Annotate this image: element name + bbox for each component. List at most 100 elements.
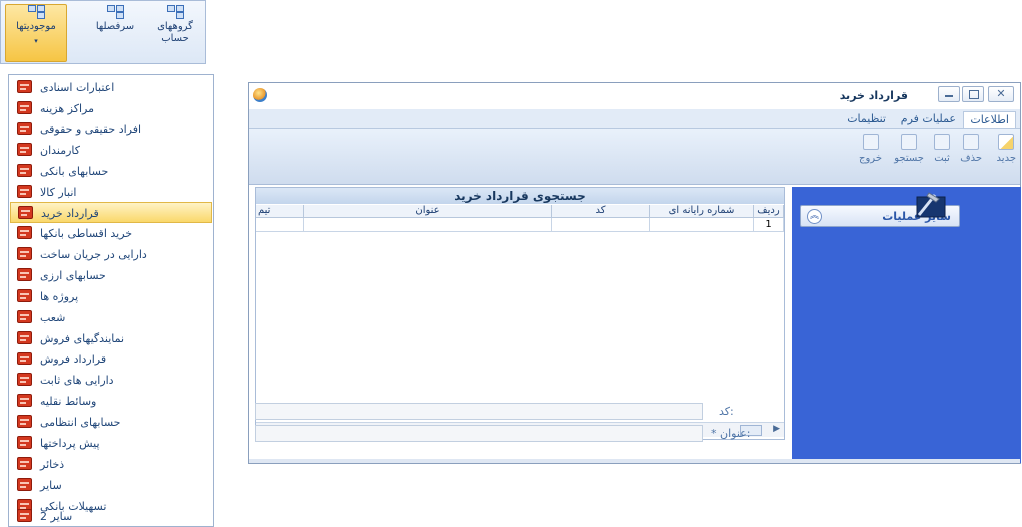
menu-item-label: قرارداد فروش: [40, 353, 107, 366]
column-header-row[interactable]: ردیف: [754, 205, 784, 218]
delete-label: حذف: [960, 153, 982, 164]
menu-item-label: ذخائر: [40, 458, 65, 471]
menu-item[interactable]: وسائط نقلیه: [10, 391, 212, 412]
table-cell[interactable]: 1: [754, 218, 784, 232]
exit-label: خروج: [859, 153, 882, 164]
menu-item[interactable]: مراکز هزینه: [10, 98, 212, 119]
table-icon: [17, 436, 32, 449]
exit-button[interactable]: خروج: [859, 134, 882, 164]
code-label: کد:: [719, 405, 734, 418]
menu-item-label: دارایی های ثابت: [40, 374, 114, 387]
menu-item[interactable]: دارایی های ثابت: [10, 370, 212, 391]
menu-item[interactable]: انبار کالا: [10, 182, 212, 203]
menu-item[interactable]: حسابهای انتظامی: [10, 412, 212, 433]
code-field[interactable]: [255, 403, 703, 420]
menu-item[interactable]: دارایی در جریان ساخت: [10, 244, 212, 265]
results-grid: ردیف شماره رایانه ای کد عنوان تیم 1: [256, 205, 784, 411]
menu-item-label: شعب: [40, 311, 66, 324]
menu-item-label: پیش پرداختها: [40, 437, 100, 450]
menu-item[interactable]: خرید اقساطی بانکها: [10, 223, 212, 244]
headings-label: سرفصلها: [95, 21, 135, 32]
menu-item[interactable]: سایر: [10, 475, 212, 496]
menu-item[interactable]: پروژه ها: [10, 286, 212, 307]
menu-item[interactable]: حسابهای ارزی: [10, 265, 212, 286]
table-icon: [17, 331, 32, 344]
save-button[interactable]: ثبت: [934, 134, 950, 164]
menu-item-label: وسائط نقلیه: [40, 395, 97, 408]
entities-button[interactable]: موجودیتها ▾: [5, 4, 67, 62]
tab-info[interactable]: اطلاعات: [963, 111, 1016, 128]
table-cell[interactable]: [304, 218, 552, 232]
entities-label: موجودیتها: [16, 21, 56, 32]
menu-item[interactable]: سایر 2: [10, 506, 212, 527]
new-label: جدید: [996, 153, 1016, 164]
table-cell[interactable]: [256, 218, 304, 232]
table-icon: [17, 509, 32, 522]
main-toolbar: جدید حذف ثبت جستجو خروج: [249, 129, 1020, 185]
table-icon: [17, 226, 32, 239]
table-icon: [17, 268, 32, 281]
menu-item-label: دارایی در جریان ساخت: [40, 248, 147, 261]
menu-item-label: مراکز هزینه: [40, 102, 94, 115]
table-icon: [18, 206, 33, 219]
tab-settings[interactable]: تنظیمات: [841, 111, 892, 127]
table-icon: [17, 164, 32, 177]
operations-side-panel: ︽ سایر عملیات: [792, 187, 1021, 463]
minimize-button[interactable]: [938, 86, 960, 102]
menu-item-label: کارمندان: [40, 144, 81, 157]
close-button[interactable]: ✕: [988, 86, 1014, 102]
scroll-right-icon[interactable]: ▶: [773, 424, 780, 434]
menu-item[interactable]: شعب: [10, 307, 212, 328]
column-header-team[interactable]: تیم: [256, 205, 304, 218]
menu-item[interactable]: اعتبارات اسنادی: [10, 77, 212, 98]
table-icon: [17, 122, 32, 135]
entities-menu: اعتبارات اسنادی مراکز هزینه افراد حقیقی …: [8, 74, 214, 527]
headings-button[interactable]: سرفصلها: [87, 5, 143, 33]
table-icon: [17, 394, 32, 407]
window-titlebar: قرارداد خرید ✕: [249, 83, 1020, 107]
delete-button[interactable]: حذف: [960, 134, 982, 164]
table-icon: [17, 185, 32, 198]
collapse-chevron-icon[interactable]: ︽: [807, 209, 822, 224]
account-groups-button[interactable]: گروههای حساب: [151, 5, 199, 45]
menu-item-label: سایر: [40, 479, 62, 492]
table-cell[interactable]: [552, 218, 650, 232]
ribbon-group: گروههای حساب سرفصلها موجودیتها ▾: [0, 0, 206, 64]
maximize-button[interactable]: [962, 86, 984, 102]
menu-item-selected[interactable]: قرارداد خرید: [10, 202, 212, 223]
menu-item[interactable]: ذخائر: [10, 454, 212, 475]
exit-icon: [862, 134, 879, 150]
table-cell[interactable]: [650, 218, 754, 232]
menu-item[interactable]: نمایندگیهای فروش: [10, 328, 212, 349]
search-icon: [901, 134, 918, 150]
table-icon: [17, 457, 32, 470]
column-header-code[interactable]: کد: [552, 205, 650, 218]
search-button[interactable]: جستجو: [894, 134, 924, 164]
title-field[interactable]: [255, 425, 703, 442]
column-header-computer-number[interactable]: شماره رایانه ای: [650, 205, 754, 218]
new-document-icon: [998, 134, 1015, 150]
tree-icon: [167, 5, 184, 19]
tab-form-operations[interactable]: عملیات فرم: [895, 111, 962, 127]
menu-item[interactable]: افراد حقیقی و حقوقی: [10, 119, 212, 140]
tree-icon: [28, 5, 45, 19]
menu-item[interactable]: حسابهای بانکی: [10, 161, 212, 182]
menu-item[interactable]: پیش پرداختها: [10, 433, 212, 454]
menu-item-label: خرید اقساطی بانکها: [40, 227, 133, 240]
save-label: ثبت: [934, 153, 950, 164]
menu-item-label: قرارداد خرید: [41, 207, 99, 220]
app-icon: [253, 88, 267, 102]
column-header-title[interactable]: عنوان: [304, 205, 552, 218]
new-button[interactable]: جدید: [997, 134, 1016, 164]
ribbon-tabs: اطلاعات عملیات فرم تنظیمات: [249, 109, 1020, 129]
table-icon: [17, 247, 32, 260]
delete-icon: [963, 134, 980, 150]
status-bar: [249, 459, 1020, 463]
menu-item[interactable]: قرارداد فروش: [10, 349, 212, 370]
menu-item[interactable]: کارمندان: [10, 140, 212, 161]
table-icon: [17, 101, 32, 114]
menu-item-label: افراد حقیقی و حقوقی: [40, 123, 142, 136]
table-icon: [17, 310, 32, 323]
dropdown-arrow-icon: ▾: [34, 37, 38, 45]
menu-item-label: سایر 2: [40, 510, 73, 523]
